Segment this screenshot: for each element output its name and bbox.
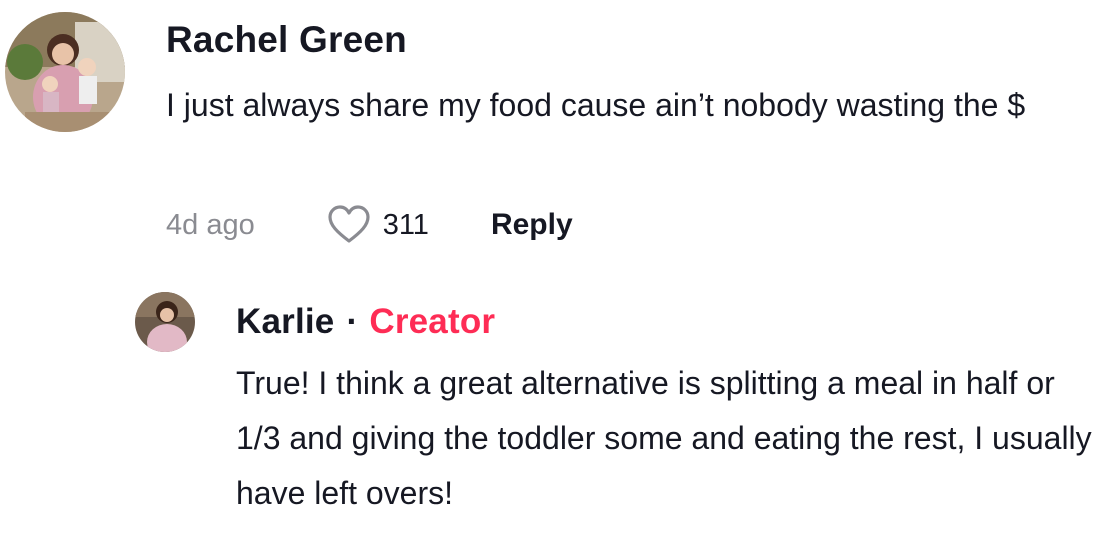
comment-text: I just always share my food cause ain’t … bbox=[166, 87, 1026, 123]
separator-dot: · bbox=[346, 302, 359, 341]
comment-author[interactable]: Rachel Green bbox=[166, 17, 407, 63]
comment-meta: 4d ago 311 Reply bbox=[166, 201, 573, 249]
reply-text: True! I think a great alternative is spl… bbox=[236, 365, 1092, 511]
avatar-photo bbox=[135, 292, 195, 352]
comment-timestamp: 4d ago bbox=[166, 208, 255, 241]
avatar-photo bbox=[5, 12, 125, 132]
reply-author[interactable]: Karlie bbox=[236, 299, 334, 345]
reply-author-line: Karlie · Creator bbox=[236, 299, 495, 345]
heart-outline-icon bbox=[328, 205, 370, 243]
creator-badge: Creator bbox=[369, 302, 496, 341]
reply-button[interactable]: Reply bbox=[491, 208, 573, 242]
avatar[interactable] bbox=[5, 12, 125, 132]
avatar[interactable] bbox=[135, 292, 195, 352]
like-count: 311 bbox=[382, 208, 429, 241]
like-button[interactable]: 311 bbox=[327, 205, 429, 245]
